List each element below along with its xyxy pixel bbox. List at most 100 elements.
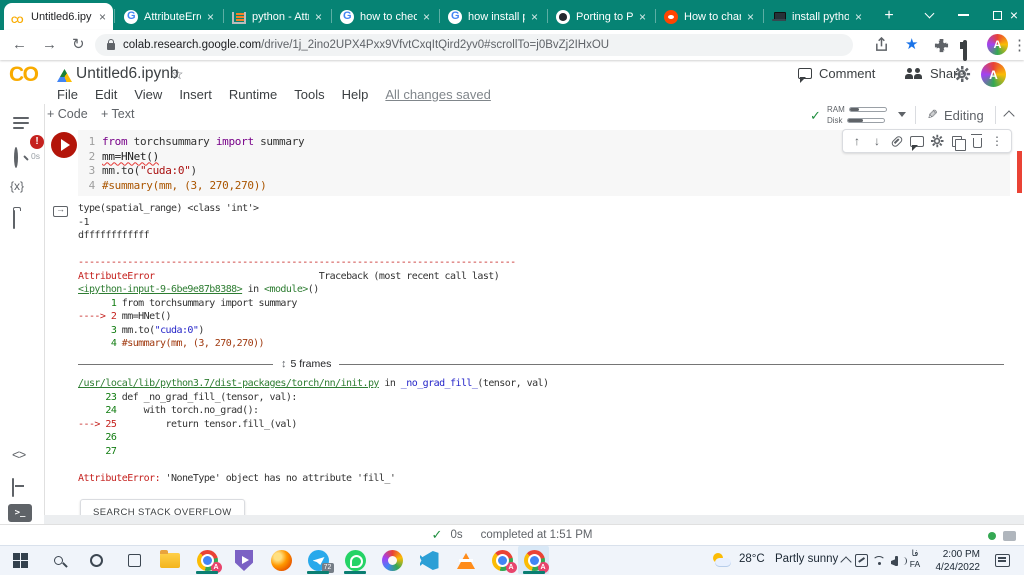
weather-temp[interactable]: 28°C: [739, 553, 765, 565]
output-line: ----------------------------------------…: [78, 256, 1008, 270]
window-minimize-button[interactable]: [946, 0, 980, 30]
tab-close-icon[interactable]: [99, 11, 106, 23]
language-indicator[interactable]: فا FA: [905, 548, 925, 570]
add-comment-icon[interactable]: [909, 133, 925, 149]
notebook-title[interactable]: Untitled6.ipynb: [76, 65, 179, 83]
wifi-tray-icon[interactable]: [870, 549, 888, 572]
chrome-window2-button[interactable]: A: [490, 549, 514, 572]
volume-tray-icon[interactable]: [888, 549, 906, 572]
menu-tools[interactable]: Tools: [294, 87, 324, 102]
back-button[interactable]: ←: [12, 33, 27, 57]
colab-logo[interactable]: CO: [9, 63, 38, 87]
move-cell-down-icon[interactable]: [869, 133, 885, 149]
run-cell-button[interactable]: [51, 132, 77, 158]
tab-close-icon[interactable]: [855, 11, 862, 23]
collapse-header-chevron-icon[interactable]: [1003, 110, 1014, 121]
menu-runtime[interactable]: Runtime: [229, 87, 277, 102]
window-close-button[interactable]: [1004, 0, 1024, 30]
chrome-app-button[interactable]: A: [195, 549, 219, 572]
connected-check-icon[interactable]: [810, 108, 821, 124]
extensions-puzzle-icon[interactable]: [934, 37, 949, 61]
output-line: [78, 458, 1008, 472]
variables-button[interactable]: {x}: [10, 179, 24, 193]
comment-button[interactable]: Comment: [798, 66, 875, 81]
weather-widget[interactable]: [710, 549, 734, 572]
tab-close-icon[interactable]: [315, 11, 322, 23]
cell-menu-kebab-icon[interactable]: [989, 133, 1005, 149]
tab-attributeerror[interactable]: AttributeErro: [117, 3, 221, 30]
menu-edit[interactable]: Edit: [95, 87, 117, 102]
tab-how-to-change[interactable]: How to chang: [657, 3, 761, 30]
firefox-app-button[interactable]: [269, 549, 293, 572]
tab-install-python[interactable]: install python: [765, 3, 869, 30]
lock-icon[interactable]: [107, 43, 115, 50]
menu-help[interactable]: Help: [342, 87, 369, 102]
tab-close-icon[interactable]: [207, 11, 214, 23]
task-view-button[interactable]: [122, 549, 146, 572]
star-notebook-icon[interactable]: [171, 66, 184, 83]
weather-desc[interactable]: Partly sunny: [775, 553, 838, 565]
browser-menu-kebab-icon[interactable]: [1012, 34, 1024, 58]
add-code-button[interactable]: + Code: [47, 107, 88, 121]
execution-error-badge[interactable]: !: [30, 135, 44, 149]
taskbar-search-button[interactable]: [46, 549, 70, 572]
reload-button[interactable]: ↻: [72, 33, 85, 57]
code-snippets-button[interactable]: <>: [12, 447, 25, 462]
tab-github-porting[interactable]: Porting to Pyt: [549, 3, 653, 30]
notification-center-button[interactable]: [990, 549, 1014, 572]
vscode-app-button[interactable]: [417, 549, 441, 572]
maximize-icon: [993, 11, 1002, 20]
frames-toggle[interactable]: 5 frames: [273, 358, 339, 372]
url-bar[interactable]: colab.research.google.com/drive/1j_2ino2…: [95, 34, 853, 56]
bookmark-star-icon[interactable]: [905, 33, 918, 57]
copy-link-to-cell-icon[interactable]: [889, 133, 905, 149]
pen-input-tray-icon[interactable]: [852, 549, 870, 572]
telegram-app-button[interactable]: 72: [306, 549, 330, 572]
menu-insert[interactable]: Insert: [179, 87, 212, 102]
mirror-cell-icon[interactable]: [949, 133, 965, 149]
delete-cell-icon[interactable]: [969, 133, 985, 149]
tab-how-to-check[interactable]: how to check: [333, 3, 437, 30]
save-status[interactable]: All changes saved: [385, 87, 491, 102]
command-palette-button[interactable]: [12, 479, 14, 497]
cell-settings-gear-icon[interactable]: [929, 133, 945, 149]
side-panel-icon[interactable]: [963, 39, 967, 63]
forward-button[interactable]: →: [42, 33, 57, 57]
resources-dropdown-icon[interactable]: [898, 112, 906, 117]
media-shield-app-button[interactable]: [232, 549, 256, 572]
vlc-app-button[interactable]: [454, 549, 478, 572]
tab-colab-notebook[interactable]: Untitled6.ipy: [4, 3, 113, 30]
clock-widget[interactable]: 2:00 PM 4/24/2022: [928, 548, 980, 574]
cell-output-icon[interactable]: [53, 206, 68, 217]
tab-close-icon[interactable]: [747, 11, 754, 23]
resource-meter[interactable]: RAM Disk: [827, 105, 887, 125]
cortana-button[interactable]: [84, 549, 108, 572]
tab-how-install[interactable]: how install py: [441, 3, 545, 30]
table-of-contents-button[interactable]: [13, 117, 29, 129]
cell-toolbar: [842, 129, 1012, 153]
paint-app-button[interactable]: [380, 549, 404, 572]
chrome-active-window-button[interactable]: A: [522, 549, 546, 572]
editing-mode-button[interactable]: Editing: [944, 108, 984, 123]
new-tab-button[interactable]: +: [877, 5, 901, 27]
settings-gear-icon[interactable]: [954, 66, 970, 87]
menu-file[interactable]: File: [57, 87, 78, 102]
tab-close-icon[interactable]: [531, 11, 538, 23]
tab-stackoverflow[interactable]: python - Attr: [225, 3, 329, 30]
colab-profile-avatar[interactable]: A: [981, 62, 1006, 87]
menu-view[interactable]: View: [134, 87, 162, 102]
start-button[interactable]: [8, 549, 32, 572]
search-button[interactable]: [14, 149, 18, 167]
terminal-icon: >_: [8, 504, 32, 522]
move-cell-up-icon[interactable]: [849, 133, 865, 149]
file-explorer-button[interactable]: [158, 549, 182, 572]
add-text-button[interactable]: + Text: [101, 107, 134, 121]
tab-close-icon[interactable]: [423, 11, 430, 23]
terminal-button[interactable]: >_: [8, 504, 32, 522]
tab-close-icon[interactable]: [639, 11, 646, 23]
share-page-icon[interactable]: [874, 36, 889, 60]
browser-profile-avatar[interactable]: A: [987, 34, 1008, 55]
whatsapp-app-button[interactable]: [343, 549, 367, 572]
files-button[interactable]: [13, 211, 15, 229]
tab-search-chevron[interactable]: [912, 0, 946, 30]
